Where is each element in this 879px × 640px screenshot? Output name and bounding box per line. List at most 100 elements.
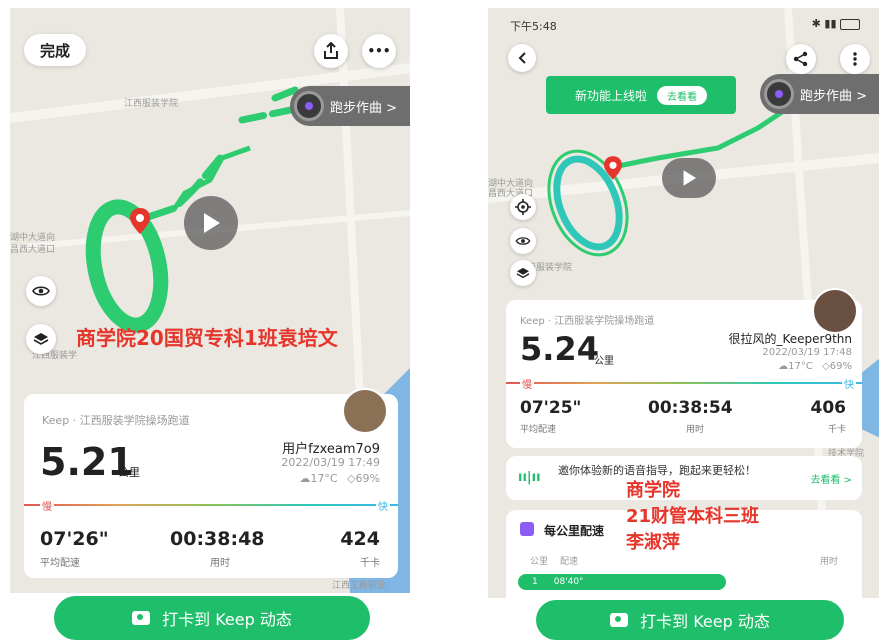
avatar[interactable] xyxy=(812,288,858,334)
run-summary-card: Keep · 江西服装学院操场跑道 5.21 公里 用户fzxeam7o9 20… xyxy=(24,388,398,578)
run-datetime: 2022/03/19 17:48 xyxy=(762,347,852,358)
voice-banner-text: 邀你体验新的语音指导，跑起来更轻松！ xyxy=(558,464,756,477)
calories-label: 千卡 xyxy=(827,425,846,435)
checkin-label: 打卡到 Keep 动态 xyxy=(640,612,770,631)
play-replay-button[interactable] xyxy=(662,158,716,198)
card-source: Keep · 江西服装学院操场跑道 xyxy=(520,316,655,327)
new-feature-button[interactable]: 去看看 xyxy=(657,85,707,105)
play-replay-button[interactable] xyxy=(184,196,238,250)
share-icon xyxy=(793,51,808,67)
battery-icon xyxy=(840,18,860,30)
weather-cloud-icon: ☁ xyxy=(299,472,311,485)
pace-value: 07'25" xyxy=(520,398,582,418)
table-row: 1 08'40" xyxy=(518,574,726,590)
duration-label: 用时 xyxy=(210,558,230,569)
duration-value: 00:38:54 xyxy=(648,398,733,418)
calories-value: 406 xyxy=(810,398,847,418)
checkin-keep-button-right[interactable]: 打卡到 Keep 动态 xyxy=(536,600,844,640)
avatar[interactable] xyxy=(342,388,388,434)
distance-value: 5.24 xyxy=(520,330,599,368)
distance-unit: 公里 xyxy=(594,356,614,367)
layers-icon xyxy=(33,333,49,345)
weather-cloud-icon: ☁ xyxy=(778,361,789,372)
map-label-school: 江西服装学院 xyxy=(124,99,179,109)
fast-label: 快 xyxy=(842,376,856,391)
pace-label: 平均配速 xyxy=(520,425,557,435)
pace-label: 平均配速 xyxy=(40,558,80,569)
music-compose-button[interactable]: 跑步作曲 > xyxy=(290,86,410,126)
layers-button[interactable] xyxy=(26,324,56,354)
share-icon xyxy=(324,42,338,59)
handwritten-annotation: 商学院20国贸专科1班袁培文 xyxy=(76,326,338,350)
col-km-header: 公里 xyxy=(530,557,549,567)
eye-icon xyxy=(32,286,50,296)
share-button[interactable] xyxy=(786,44,816,74)
humidity: 69% xyxy=(829,361,852,372)
voice-guide-banner[interactable]: ıı|ıı 邀你体验新的语音指导，跑起来更轻松！ 去看看 > xyxy=(506,456,862,500)
pace-gradient-bar xyxy=(24,504,398,506)
per-km-title: 每公里配速 xyxy=(544,524,605,538)
more-vertical-icon xyxy=(853,52,857,66)
voice-wave-icon: ıı|ıı xyxy=(518,470,541,485)
crosshair-icon xyxy=(515,199,531,215)
humidity-icon: ◇ xyxy=(347,472,356,485)
calories-value: 424 xyxy=(340,528,380,550)
distance-unit: 公里 xyxy=(118,466,140,479)
col-pace-header: 配速 xyxy=(560,557,579,567)
bluetooth-icon: ✱ xyxy=(811,17,821,30)
checkin-keep-button-left[interactable]: 打卡到 Keep 动态 xyxy=(54,596,370,640)
temperature: 17°C xyxy=(788,361,813,372)
locate-button[interactable] xyxy=(510,194,536,220)
more-button[interactable] xyxy=(840,44,870,74)
calories-label: 千卡 xyxy=(360,558,380,569)
music-disc-icon xyxy=(294,91,324,121)
fast-label: 快 xyxy=(376,498,390,513)
play-icon xyxy=(204,213,220,233)
music-compose-button[interactable]: 跑步作曲 > xyxy=(760,74,879,114)
humidity-icon: ◇ xyxy=(822,361,830,372)
run-summary-card: Keep · 江西服装学院操场跑道 5.24 公里 很拉风的_Keeper9th… xyxy=(506,288,862,448)
done-button[interactable]: 完成 xyxy=(24,34,86,66)
signal-icon: ▮▮ xyxy=(824,17,837,30)
run-datetime: 2022/03/19 17:49 xyxy=(281,456,380,469)
slow-label: 慢 xyxy=(40,498,54,513)
temperature: 17°C xyxy=(310,472,338,485)
play-icon xyxy=(683,170,696,186)
username: 用户fzxeam7o9 xyxy=(282,442,380,457)
layers-icon xyxy=(516,267,530,279)
visibility-toggle-button[interactable] xyxy=(26,276,56,306)
voice-banner-link[interactable]: 去看看 > xyxy=(810,471,852,486)
new-feature-banner: 新功能上线啦 去看看 xyxy=(546,76,736,114)
location-pin-icon xyxy=(130,208,150,238)
eye-icon xyxy=(515,237,531,245)
camera-icon xyxy=(132,611,151,625)
per-km-icon xyxy=(520,522,534,536)
right-screenshot: 湖中大道向 昌西大道口 江西服装学院 技术学院 下午5:48 ✱ ▮▮ 新功能上… xyxy=(488,8,879,598)
checkin-label: 打卡到 Keep 动态 xyxy=(162,610,292,629)
pace-gradient-bar xyxy=(506,382,862,384)
more-button[interactable]: ••• xyxy=(362,34,396,68)
map-label-road2: 昌西大道口 xyxy=(10,245,56,255)
visibility-toggle-button[interactable] xyxy=(510,228,536,254)
share-button[interactable] xyxy=(314,34,348,68)
music-label: 跑步作曲 > xyxy=(800,88,868,104)
map-label-bottom: 江西工商职业 xyxy=(332,581,387,591)
card-source: Keep · 江西服装学院操场跑道 xyxy=(42,414,190,427)
back-button[interactable] xyxy=(508,44,536,72)
handwritten-annotation-line1: 商学院 xyxy=(626,480,680,501)
camera-icon xyxy=(610,613,629,627)
handwritten-annotation-line3: 李淑萍 xyxy=(626,532,680,553)
layers-button[interactable] xyxy=(510,260,536,286)
status-icons: ✱ ▮▮ xyxy=(812,17,860,30)
music-label: 跑步作曲 > xyxy=(330,100,398,116)
weather-info: ☁17°C ◇69% xyxy=(778,361,852,372)
username: 很拉风的_Keeper9thn xyxy=(728,332,852,346)
row-km: 1 xyxy=(532,577,538,587)
music-disc-icon xyxy=(764,79,794,109)
status-time: 下午5:48 xyxy=(510,20,557,33)
left-screenshot: 江西服装学院 湖中大道向 昌西大道口 江西服装学 江西工商职业 完成 ••• 跑… xyxy=(10,8,410,593)
handwritten-annotation-line2: 21财管本科三班 xyxy=(626,506,760,527)
pace-value: 07'26" xyxy=(40,528,109,550)
duration-label: 用时 xyxy=(686,425,705,435)
humidity: 69% xyxy=(355,472,380,485)
